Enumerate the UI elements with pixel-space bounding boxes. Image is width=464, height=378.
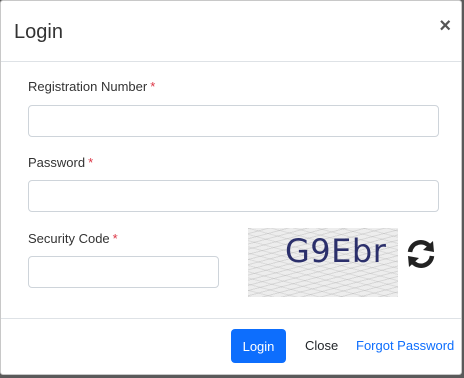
- security-code-label: Security Code *: [28, 231, 118, 247]
- login-modal: Login × Registration Number * Password * S…: [0, 0, 462, 375]
- registration-number-label: Registration Number *: [28, 79, 155, 95]
- modal-footer: [1, 318, 461, 319]
- password-label: Password *: [28, 155, 93, 171]
- required-asterisk: *: [112, 231, 118, 246]
- password-input[interactable]: [28, 180, 439, 212]
- modal-header: Login ×: [1, 1, 461, 62]
- required-asterisk: *: [88, 155, 94, 170]
- password-label-text: Password: [28, 155, 86, 170]
- captcha-text: G9Ebr: [285, 232, 387, 270]
- refresh-icon[interactable]: [404, 237, 438, 271]
- forgot-password-link[interactable]: Forgot Password: [356, 329, 454, 363]
- close-button[interactable]: Close: [297, 329, 346, 363]
- captcha-image: G9Ebr: [248, 228, 398, 297]
- registration-number-input[interactable]: [28, 105, 439, 137]
- modal-title: Login: [14, 21, 63, 43]
- security-code-label-text: Security Code: [28, 231, 110, 246]
- close-icon[interactable]: ×: [439, 16, 451, 36]
- required-asterisk: *: [150, 79, 156, 94]
- registration-number-label-text: Registration Number: [28, 79, 148, 94]
- security-code-input[interactable]: [28, 256, 219, 288]
- login-button[interactable]: Login: [231, 329, 286, 363]
